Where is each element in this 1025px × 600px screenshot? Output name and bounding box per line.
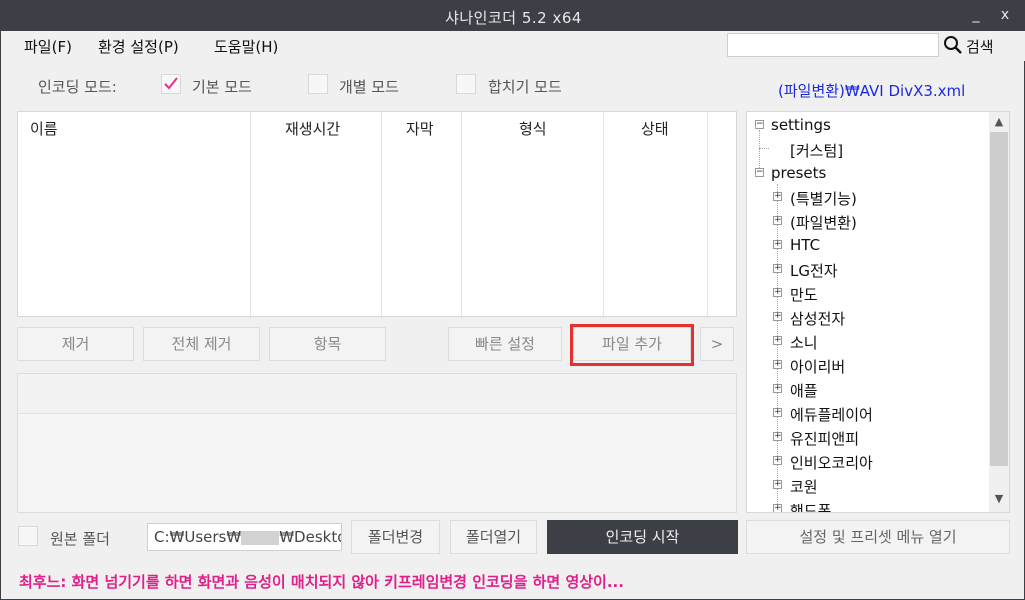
expand-icon[interactable]: + xyxy=(773,504,782,512)
column-header-duration[interactable]: 재생시간 xyxy=(285,118,340,139)
search-button[interactable]: 검색 xyxy=(966,36,994,57)
items-button[interactable]: 항목 xyxy=(269,327,386,361)
preset-tree[interactable]: − settings [커스텀] − presets + (특별기능) + (파일변환… xyxy=(746,111,1010,513)
open-folder-button[interactable]: 폴더열기 xyxy=(450,520,537,554)
column-divider xyxy=(18,112,251,316)
tree-node-preset[interactable]: LG전자 xyxy=(790,260,838,281)
column-divider xyxy=(462,112,604,316)
menu-file[interactable]: 파일(F) xyxy=(24,36,72,57)
column-header-name[interactable]: 이름 xyxy=(30,118,58,139)
column-header-status[interactable]: 상태 xyxy=(641,118,669,139)
column-divider xyxy=(251,112,382,316)
expand-icon[interactable]: + xyxy=(773,216,782,225)
tree-node-preset[interactable]: 에듀플레이어 xyxy=(790,404,873,425)
tree-node-preset[interactable]: (특별기능) xyxy=(790,188,857,209)
expand-icon[interactable]: + xyxy=(773,408,782,417)
log-panel xyxy=(17,373,737,513)
encoding-mode-label: 인코딩 모드: xyxy=(38,78,117,96)
basic-mode-checkbox[interactable] xyxy=(161,74,181,94)
expand-icon[interactable]: + xyxy=(773,360,782,369)
original-folder-label: 원본 폴더 xyxy=(50,530,110,548)
close-button[interactable]: x xyxy=(992,4,1018,26)
tree-node-preset[interactable]: 핸드폰 xyxy=(790,500,831,512)
start-encoding-button[interactable]: 인코딩 시작 xyxy=(547,520,738,554)
expand-icon[interactable]: + xyxy=(773,384,782,393)
expand-icon[interactable]: + xyxy=(773,336,782,345)
original-folder-checkbox[interactable] xyxy=(18,526,38,546)
tree-node-preset[interactable]: 아이리버 xyxy=(790,356,845,377)
tree-node-preset[interactable]: 만도 xyxy=(790,284,818,305)
expand-icon[interactable]: + xyxy=(773,432,782,441)
collapse-icon[interactable]: − xyxy=(755,120,764,129)
add-file-button[interactable]: 파일 추가 xyxy=(573,327,691,361)
expand-icon[interactable]: + xyxy=(773,192,782,201)
more-button[interactable]: > xyxy=(700,327,734,361)
path-suffix: ₩Desktop xyxy=(279,528,341,546)
expand-icon[interactable]: + xyxy=(773,288,782,297)
tree-node-presets[interactable]: presets xyxy=(771,164,826,182)
scroll-thumb[interactable] xyxy=(990,132,1008,466)
tip-text: 최후느: 화면 넘기기를 하면 화면과 음성이 매치되지 않아 키프레임변경 인… xyxy=(19,573,624,591)
redacted-username xyxy=(241,530,280,545)
merge-mode-checkbox[interactable] xyxy=(456,74,476,94)
current-preset: (파일변환)₩AVI DivX3.xml xyxy=(778,82,966,100)
tree-node-preset[interactable]: 애플 xyxy=(790,380,818,401)
quick-settings-button[interactable]: 빠른 설정 xyxy=(448,327,562,361)
search-icon[interactable] xyxy=(943,35,963,55)
title-bar[interactable]: 샤나인코더 5.2 x64 _ x xyxy=(1,1,1025,31)
tree-node-preset[interactable]: 코원 xyxy=(790,476,818,497)
change-folder-button[interactable]: 폴더변경 xyxy=(351,520,440,554)
column-header-subtitle[interactable]: 자막 xyxy=(406,118,434,139)
expand-icon[interactable]: + xyxy=(773,480,782,489)
scroll-up-icon[interactable]: ▲ xyxy=(989,112,1009,132)
column-header-format[interactable]: 형식 xyxy=(519,118,547,139)
window-title: 샤나인코더 5.2 x64 xyxy=(445,9,582,27)
tree-line xyxy=(759,148,769,149)
column-divider xyxy=(604,112,708,316)
menu-settings[interactable]: 환경 설정(P) xyxy=(98,36,179,57)
tree-node-settings[interactable]: settings xyxy=(771,116,831,134)
path-prefix: C:₩Users₩ xyxy=(154,528,242,546)
tree-node-preset[interactable]: 유진피앤피 xyxy=(790,428,859,449)
expand-icon[interactable]: + xyxy=(773,312,782,321)
tree-node-custom[interactable]: [커스텀] xyxy=(790,140,843,161)
log-header xyxy=(18,374,736,414)
expand-icon[interactable]: + xyxy=(773,240,782,249)
checkmark-icon xyxy=(164,77,178,90)
search-input[interactable] xyxy=(727,33,939,57)
remove-all-button[interactable]: 전체 제거 xyxy=(143,327,260,361)
expand-icon[interactable]: + xyxy=(773,456,782,465)
tree-node-preset[interactable]: 삼성전자 xyxy=(790,308,845,329)
collapse-icon[interactable]: − xyxy=(755,168,764,177)
tree-node-preset[interactable]: HTC xyxy=(790,236,820,254)
open-settings-menu-button[interactable]: 설정 및 프리셋 메뉴 열기 xyxy=(746,520,1010,554)
file-list[interactable]: 이름 재생시간 자막 형식 상태 xyxy=(17,111,737,317)
app-window: 샤나인코더 5.2 x64 _ x 파일(F) 환경 설정(P) 도움말(H) … xyxy=(0,0,1025,600)
column-divider xyxy=(382,112,462,316)
output-path-field[interactable]: C:₩Users₩ ₩Desktop xyxy=(147,523,342,551)
menu-help[interactable]: 도움말(H) xyxy=(214,36,278,57)
remove-button[interactable]: 제거 xyxy=(17,327,134,361)
basic-mode-label: 기본 모드 xyxy=(192,78,252,96)
expand-icon[interactable]: + xyxy=(773,264,782,273)
individual-mode-checkbox[interactable] xyxy=(308,74,328,94)
tree-node-preset[interactable]: 인비오코리아 xyxy=(790,452,873,473)
merge-mode-label: 합치기 모드 xyxy=(488,78,562,96)
tree-node-preset[interactable]: 소니 xyxy=(790,332,818,353)
individual-mode-label: 개별 모드 xyxy=(339,78,399,96)
scroll-down-icon[interactable]: ▼ xyxy=(989,489,1009,509)
minimize-button[interactable]: _ xyxy=(963,4,989,26)
tree-node-preset[interactable]: (파일변환) xyxy=(790,212,857,233)
